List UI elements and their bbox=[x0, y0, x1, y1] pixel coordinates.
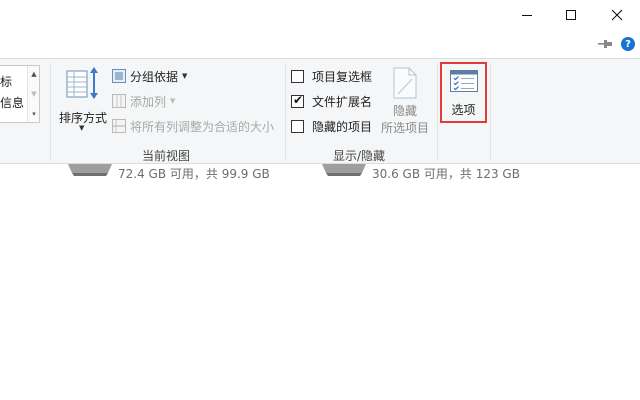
minimize-button[interactable] bbox=[504, 0, 550, 30]
current-view-group-label: 当前视图 bbox=[142, 149, 191, 163]
drive-tile-c[interactable]: 72.4 GB 可用，共 99.9 GB bbox=[68, 164, 288, 184]
file-extensions-checkbox[interactable]: ✔ bbox=[291, 92, 304, 108]
group-separator bbox=[285, 63, 286, 161]
file-extensions-toggle[interactable]: ✔ 文件扩展名 bbox=[291, 92, 372, 110]
item-checkboxes-checkbox[interactable] bbox=[291, 69, 304, 83]
item-checkboxes-label: 项目复选框 bbox=[312, 69, 373, 84]
gallery-down-icon[interactable]: ▼ bbox=[28, 90, 40, 98]
options-button[interactable]: 选项 bbox=[440, 62, 487, 123]
group-by-label: 分组依据 bbox=[130, 69, 179, 84]
file-extensions-label: 文件扩展名 bbox=[312, 94, 373, 109]
help-icon[interactable]: ? bbox=[621, 37, 635, 51]
drive-free-space: 30.6 GB 可用，共 123 GB bbox=[372, 167, 520, 181]
close-icon bbox=[611, 9, 623, 21]
pin-ribbon-icon[interactable] bbox=[598, 38, 614, 50]
gallery-scrollbar[interactable]: ▲ ▼ ▾ bbox=[27, 66, 39, 122]
layout-gallery[interactable]: 标 信息 ▲ ▼ ▾ bbox=[0, 65, 40, 123]
hide-selected-label-2: 所选项目 bbox=[380, 121, 429, 135]
ribbon-tab-row bbox=[0, 30, 640, 58]
add-columns-dropdown-icon: ▼ bbox=[170, 97, 176, 105]
drive-tile-d[interactable]: 30.6 GB 可用，共 123 GB bbox=[322, 164, 542, 184]
size-all-columns-label: 将所有列调整为合适的大小 bbox=[130, 119, 275, 134]
hide-selected-icon bbox=[393, 67, 417, 99]
item-checkboxes-toggle[interactable]: 项目复选框 bbox=[291, 67, 372, 85]
title-bar bbox=[0, 0, 640, 30]
sort-by-dropdown-icon: ▼ bbox=[79, 124, 85, 132]
hard-drive-icon bbox=[322, 164, 366, 176]
hidden-items-label: 隐藏的项目 bbox=[312, 119, 373, 134]
maximize-icon bbox=[566, 10, 576, 20]
gallery-more-icon[interactable]: ▾ bbox=[28, 110, 40, 118]
add-columns-button[interactable]: 添加列 ▼ bbox=[112, 92, 175, 110]
group-by-icon bbox=[112, 69, 126, 83]
layout-item-details[interactable]: 信息 bbox=[0, 94, 24, 111]
options-icon bbox=[450, 70, 478, 92]
group-separator bbox=[490, 63, 491, 161]
hidden-items-checkbox[interactable] bbox=[291, 119, 304, 133]
group-separator bbox=[50, 63, 51, 161]
maximize-button[interactable] bbox=[548, 0, 594, 30]
group-by-button[interactable]: 分组依据 ▼ bbox=[112, 67, 187, 85]
layout-item-icons[interactable]: 标 bbox=[0, 73, 12, 90]
minimize-icon bbox=[522, 15, 532, 16]
size-columns-icon bbox=[112, 119, 126, 133]
size-all-columns-button[interactable]: 将所有列调整为合适的大小 bbox=[112, 117, 274, 135]
checkmark-icon: ✔ bbox=[293, 92, 304, 107]
hidden-items-toggle[interactable]: 隐藏的项目 bbox=[291, 117, 372, 135]
show-hide-group-label: 显示/隐藏 bbox=[333, 149, 386, 163]
sort-by-button[interactable]: 排序方式 ▼ bbox=[56, 65, 107, 141]
group-separator bbox=[437, 63, 438, 161]
add-columns-icon bbox=[112, 94, 126, 108]
group-by-dropdown-icon: ▼ bbox=[182, 72, 188, 80]
options-label: 选项 bbox=[451, 103, 476, 117]
hard-drive-icon bbox=[68, 164, 112, 176]
add-columns-label: 添加列 bbox=[130, 94, 167, 109]
drive-free-space: 72.4 GB 可用，共 99.9 GB bbox=[118, 167, 270, 181]
close-button[interactable] bbox=[594, 0, 640, 30]
sort-by-icon bbox=[66, 67, 98, 99]
hide-selected-label-1: 隐藏 bbox=[392, 104, 417, 118]
gallery-up-icon[interactable]: ▲ bbox=[28, 70, 40, 78]
view-ribbon: 标 信息 ▲ ▼ ▾ 排序方式 ▼ 分组依据 ▼ 添加列 ▼ 将所有列调整为合适… bbox=[0, 58, 640, 164]
